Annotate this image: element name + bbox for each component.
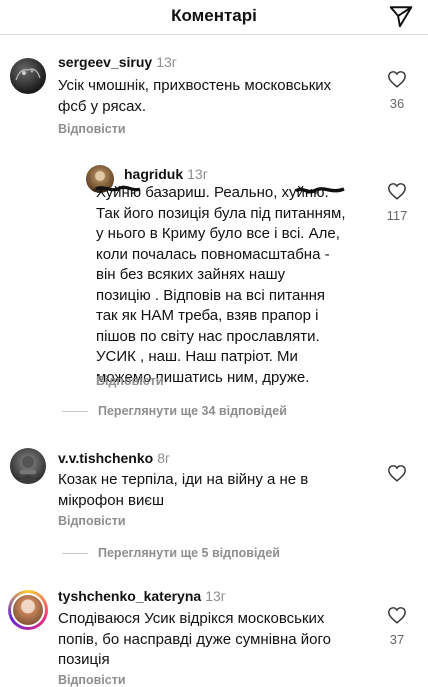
reply-button[interactable]: Відповісти (96, 374, 164, 388)
reply-button[interactable]: Відповісти (58, 122, 126, 136)
comment-line: у нього в Криму було все і всі. Але, (96, 225, 340, 242)
username[interactable]: hagriduk (124, 166, 183, 182)
avatar[interactable] (10, 448, 46, 484)
view-more-label: Переглянути ще 5 відповідей (98, 546, 280, 560)
censor-scribble (294, 187, 345, 194)
comment-line: мікрофон виєш (58, 491, 165, 509)
avatar[interactable] (8, 590, 48, 630)
like-group: 36 (380, 70, 414, 111)
comment-line: Сподіваюся Усик відрікся московських (58, 610, 325, 627)
comment: tyshchenko_kateryna 13г Сподіваюся Усик в… (0, 560, 428, 687)
comment-line: так як НАМ треба, взяв прапор і (96, 307, 319, 324)
avatar-image (11, 593, 45, 627)
comment-line: Так його позиція була під питанням, (96, 204, 346, 222)
divider (62, 411, 88, 413)
comment-author-line: tyshchenko_kateryna 13г (58, 588, 226, 604)
comment-line: він без всяких зайнях нашу (96, 266, 286, 283)
username[interactable]: tyshchenko_kateryna (58, 588, 201, 604)
heart-icon[interactable] (387, 182, 407, 200)
reply-button[interactable]: Відповісти (58, 673, 126, 687)
comment-text: Сподіваюся Усик відрікся московських поп… (58, 609, 331, 671)
comment-line: Козак не терпіла, іди на війну а не в (58, 471, 309, 488)
divider (62, 553, 88, 555)
avatar-image (16, 456, 40, 484)
timestamp: 13г (156, 54, 177, 70)
timestamp: 13г (187, 166, 208, 182)
send-icon[interactable] (388, 4, 414, 30)
comment: v.v.tishchenko 8г Козак не терпіла, іди н… (0, 418, 428, 533)
reply-button[interactable]: Відповісти (58, 514, 126, 528)
comment-text: Усік чмошнік, прихвостень московських фс… (58, 76, 331, 117)
comment-author-line: v.v.tishchenko 8г (58, 450, 170, 466)
avatar-image (15, 68, 41, 81)
username[interactable]: sergeev_siruy (58, 54, 152, 70)
comment-line: позицію . Відповів на всі питання (96, 286, 326, 304)
header: Коментарі (0, 0, 428, 35)
comment-line: УСИК , наш. Наш патріот. Ми (96, 348, 298, 365)
heart-icon[interactable] (387, 464, 407, 482)
comment-line: позиція (58, 651, 110, 668)
like-group: 117 (380, 182, 414, 223)
like-count: 36 (389, 96, 405, 111)
comment: sergeev_siruy 13г Усік чмошнік, прихвосте… (0, 42, 428, 142)
comment-author-line: hagriduk 13г (124, 166, 208, 182)
like-group (380, 464, 414, 482)
comment-line: фсб у рясах. (58, 97, 147, 115)
like-group: 37 (380, 606, 414, 647)
comment-author-line: sergeev_siruy 13г (58, 54, 177, 70)
heart-icon[interactable] (387, 70, 407, 88)
timestamp: 8г (157, 450, 171, 466)
heart-icon[interactable] (387, 606, 407, 624)
comment-line: попів, бо насправді дуже сумнівна його (58, 630, 332, 648)
view-more-replies-button[interactable]: Переглянути ще 5 відповідей (62, 546, 280, 560)
page-title: Коментарі (171, 6, 257, 25)
comment-line: Усік чмошнік, прихвостень московських (58, 77, 332, 94)
view-more-replies-button[interactable]: Переглянути ще 34 відповідей (62, 404, 287, 418)
comment-line: пішов по світу нас прославляти. (96, 327, 320, 345)
reply-comment: hagriduk 13г Хуйню базариш. Реально, хуйн… (0, 160, 428, 390)
view-more-label: Переглянути ще 34 відповідей (98, 404, 287, 418)
avatar[interactable] (10, 58, 46, 94)
like-count: 37 (389, 632, 405, 647)
comment-text: Козак не терпіла, іди на війну а не в мі… (58, 470, 308, 511)
censor-scribble (95, 185, 141, 192)
username[interactable]: v.v.tishchenko (58, 450, 153, 466)
comment-text: Хуйню базариш. Реально, хуйню. Так його … (96, 183, 346, 388)
comment-line: коли почалась повномасштабна - (96, 245, 330, 263)
timestamp: 13г (205, 588, 226, 604)
like-count: 117 (386, 208, 408, 223)
